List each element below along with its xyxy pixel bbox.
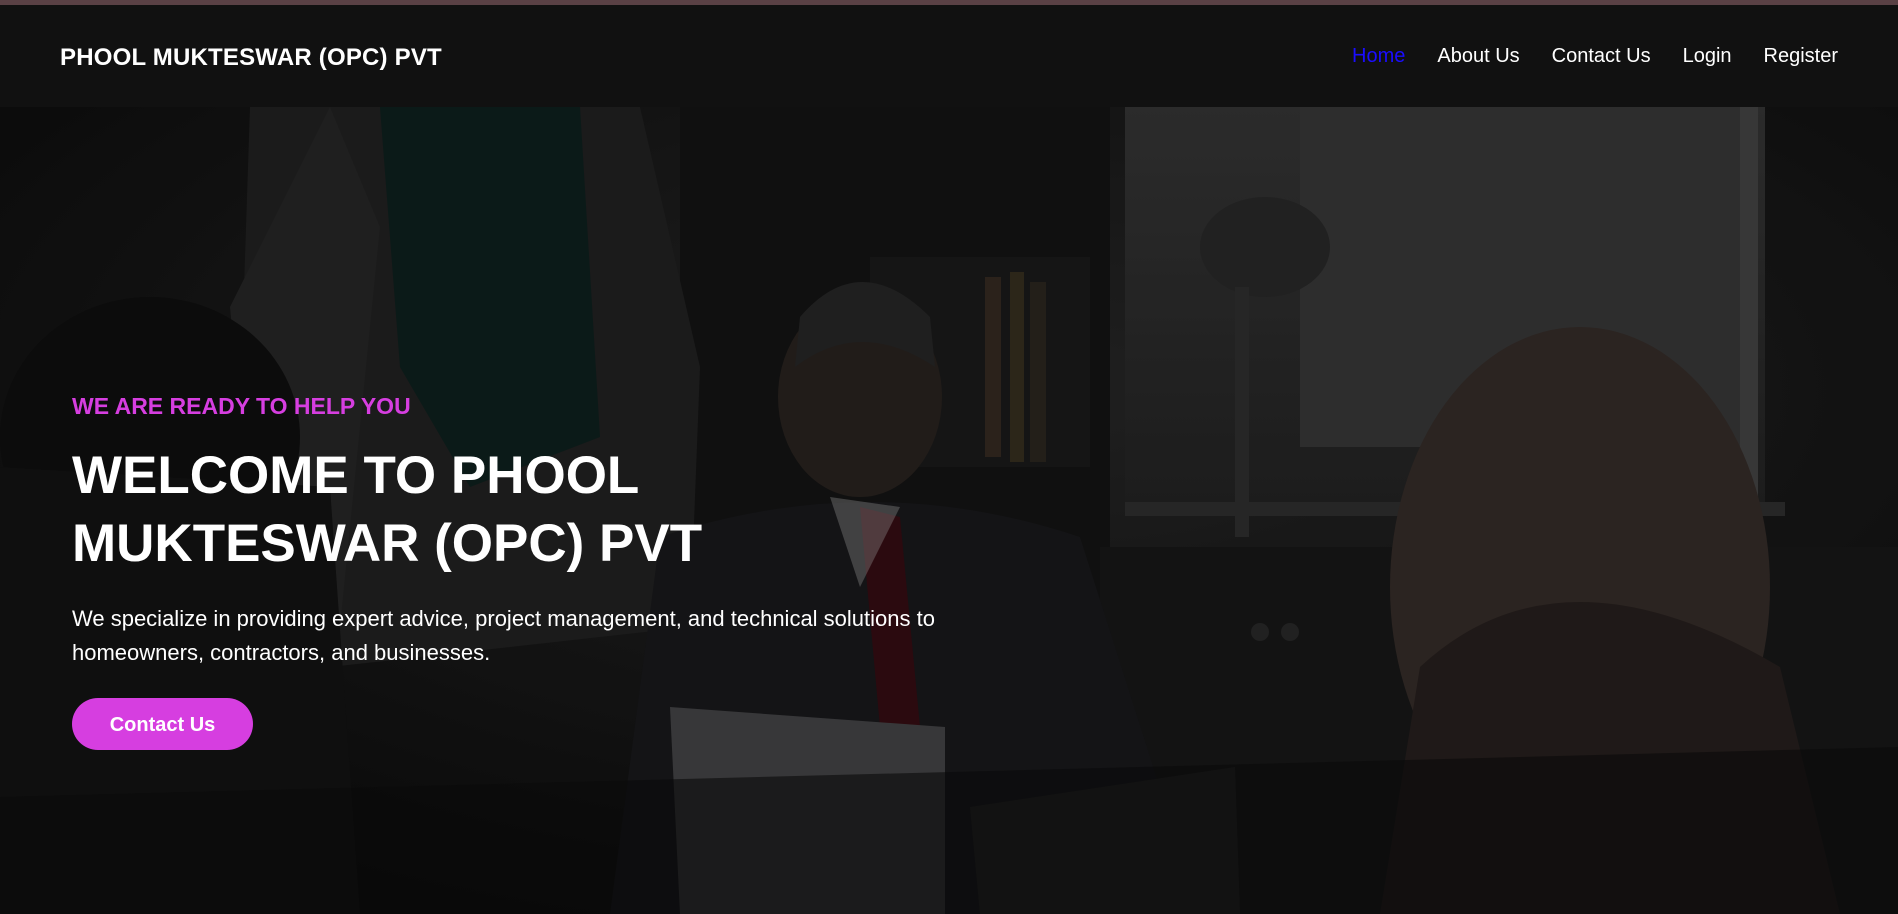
hero-eyebrow: WE ARE READY TO HELP YOU <box>72 393 411 419</box>
hero-description: We specialize in providing expert advice… <box>72 606 935 665</box>
nav-link-login[interactable]: Login <box>1683 45 1732 68</box>
brand-logo[interactable]: PHOOL MUKTESWAR (OPC) PVT <box>60 44 442 72</box>
hero-headline: WELCOME TO PHOOL MUKTESWAR (OPC) PVT <box>72 446 703 573</box>
page: PHOOL MUKTESWAR (OPC) PVT Home About Us … <box>0 0 1898 914</box>
nav-links: Home About Us Contact Us Login Register <box>1320 45 1838 68</box>
navbar: PHOOL MUKTESWAR (OPC) PVT Home About Us … <box>0 5 1898 107</box>
hero-content: WE ARE READY TO HELP YOU WELCOME TO PHOO… <box>72 393 952 750</box>
nav-link-register[interactable]: Register <box>1764 45 1838 68</box>
contact-us-button[interactable]: Contact Us <box>72 698 253 750</box>
nav-link-contact-us[interactable]: Contact Us <box>1552 45 1651 68</box>
hero-section: WE ARE READY TO HELP YOU WELCOME TO PHOO… <box>0 107 1898 914</box>
nav-link-about-us[interactable]: About Us <box>1437 45 1519 68</box>
nav-link-home[interactable]: Home <box>1352 45 1405 68</box>
